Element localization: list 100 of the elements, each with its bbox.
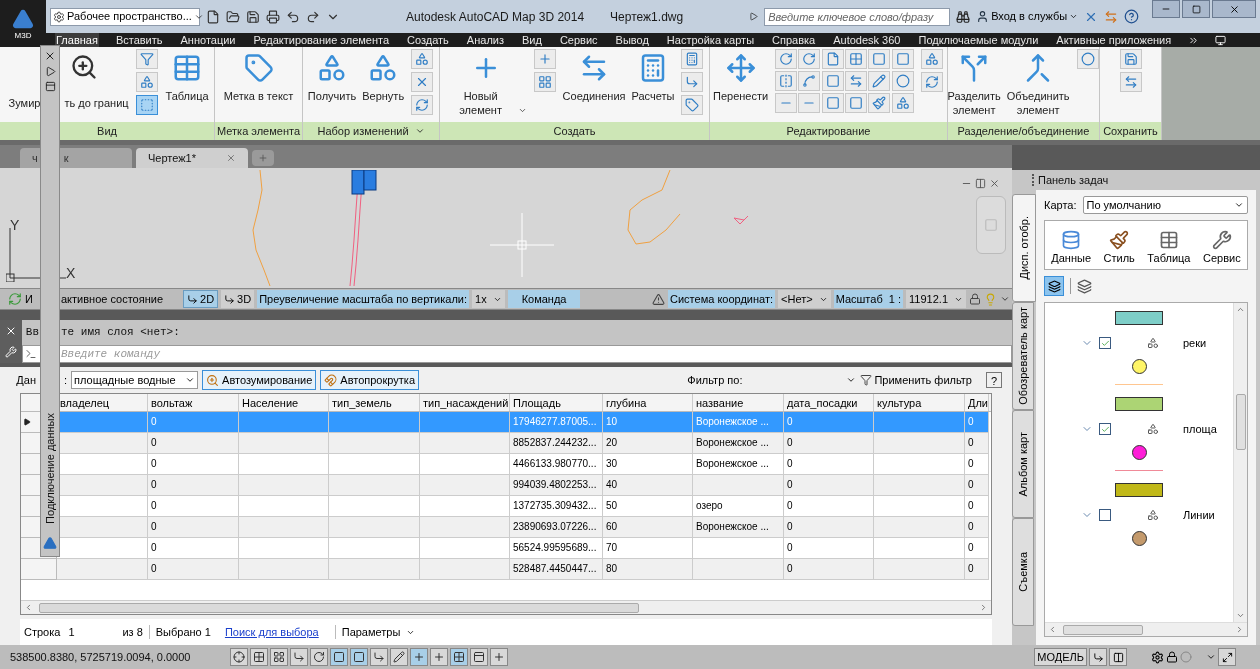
layer-name[interactable]: площа xyxy=(1183,420,1217,438)
scale-label: Масштаб 1 : xyxy=(833,290,904,308)
state-text: активное состояние xyxy=(61,291,163,307)
table-cell: 0 xyxy=(965,475,989,495)
menu-tab[interactable]: Аннотации xyxy=(179,33,237,47)
view-mode-toggle[interactable]: 3D xyxy=(221,290,255,308)
menu-tab[interactable]: Редактирование элемента xyxy=(252,33,391,47)
sign-in-button[interactable]: Вход в службы xyxy=(976,8,1079,25)
coordinate-system-dropdown[interactable]: <Нет> xyxy=(778,290,831,308)
search-link[interactable]: Поиск для выбора xyxy=(224,623,319,641)
menu-tab[interactable]: Настройка карты xyxy=(665,33,756,47)
help-button[interactable]: ? xyxy=(986,372,1002,388)
table-row[interactable]: 0 4466133.980770... 30 Воронежское ... 0 0 xyxy=(57,454,989,475)
column-header[interactable]: вольтаж xyxy=(148,394,239,411)
layer-name[interactable]: Линии xyxy=(1183,506,1215,524)
menu-tab[interactable]: Анализ xyxy=(465,33,505,47)
panel-title[interactable]: Подключение данных xyxy=(41,413,59,524)
ribbon-button[interactable]: Соединения xyxy=(559,49,629,119)
coordinate-system-label: Система координат: xyxy=(668,290,776,308)
apply-filter-button[interactable]: Применить фильтр xyxy=(860,371,972,389)
menu-tab[interactable]: Создать xyxy=(406,33,450,47)
column-header[interactable]: глубина xyxy=(603,394,693,411)
table-cell: 10 xyxy=(603,412,693,432)
column-header[interactable]: тип_насаждений xyxy=(420,394,510,411)
column-header[interactable]: Дли xyxy=(965,394,989,411)
ribbon-panel-title[interactable]: Метка элемента xyxy=(215,122,302,140)
ribbon-button[interactable]: Вернуть xyxy=(359,49,408,119)
drawing-canvas[interactable]: Y X xyxy=(0,168,1012,288)
ribbon-panel-title[interactable]: Сохранить xyxy=(1100,122,1161,140)
ribbon-button[interactable]: Объединить элемент xyxy=(1003,49,1073,119)
menu-tab[interactable]: Справка xyxy=(771,33,817,47)
ribbon-button[interactable]: Расчеты xyxy=(628,49,678,119)
ribbon-panel-title[interactable]: Создать xyxy=(440,122,709,140)
zoom-extents-button[interactable]: Зумир ть до границ xyxy=(2,49,133,119)
view-mode-toggle[interactable]: 2D xyxy=(183,290,219,308)
menu-tab[interactable]: Подключаемые модули xyxy=(917,33,1040,47)
table-cell: озеро xyxy=(693,496,784,516)
table-cell: 0 xyxy=(965,538,989,558)
side-tab[interactable]: Съемка xyxy=(1012,518,1034,626)
menu-tab[interactable]: Вывод xyxy=(614,33,650,47)
map-dropdown[interactable]: По умолчанию xyxy=(1082,196,1248,214)
app-logo[interactable]: M3D xyxy=(0,0,46,47)
side-tab[interactable]: Обозреватель карт xyxy=(1012,302,1034,410)
column-header[interactable]: название xyxy=(693,394,784,411)
command-button[interactable]: Команда xyxy=(507,290,581,308)
column-header[interactable]: тип_земель xyxy=(329,394,420,411)
task-tool-button[interactable]: Данные xyxy=(1051,229,1091,266)
table-cell: 0 xyxy=(784,454,874,474)
column-header[interactable]: культура xyxy=(874,394,965,411)
source-dropdown[interactable]: площадные водные xyxy=(71,371,199,389)
menu-tab[interactable]: Вид xyxy=(521,33,543,47)
ribbon-button[interactable]: Новый элемент xyxy=(441,49,530,119)
model-button[interactable]: МОДЕЛЬ xyxy=(1034,648,1087,666)
ribbon-panel-title[interactable]: Набор изменений xyxy=(303,122,439,140)
options-dropdown[interactable]: Параметры xyxy=(341,623,416,641)
menu-tab[interactable]: Активные приложения xyxy=(1055,33,1173,47)
menu-tab[interactable]: Главная xyxy=(55,33,99,47)
ribbon-button[interactable]: Таблица xyxy=(162,49,212,119)
side-tab[interactable]: Альбом карт xyxy=(1012,410,1034,518)
ribbon-button[interactable]: Метка в текст xyxy=(220,49,297,119)
toggle-button[interactable]: Автопрокрутка xyxy=(320,370,419,390)
ribbon-button[interactable]: Перенести xyxy=(710,49,772,119)
ribbon-panel-title[interactable]: Вид xyxy=(0,122,214,140)
task-tool-button[interactable]: Сервис xyxy=(1203,229,1241,266)
task-tool-button[interactable]: Стиль xyxy=(1103,229,1135,266)
table-cell: 60 xyxy=(603,517,693,537)
search-field[interactable]: Введите ключевое слово/фразу xyxy=(764,7,951,26)
command-history: Вв те имя слоя <нет>: xyxy=(22,320,1012,345)
ribbon-button[interactable]: Получить xyxy=(304,49,360,119)
column-header[interactable]: Население xyxy=(239,394,329,411)
task-tool-button[interactable]: Таблица xyxy=(1147,229,1191,266)
menu-tab[interactable]: Сервис xyxy=(558,33,599,47)
menu-tab[interactable]: Вставить xyxy=(114,33,164,47)
workspace-dropdown[interactable]: Рабочее пространство... xyxy=(50,7,200,26)
table-row[interactable]: 0 56524.99595689... 70 0 0 xyxy=(57,538,989,559)
row-count: из 8 xyxy=(122,624,143,640)
document-tab[interactable]: Чертеж1* xyxy=(136,148,248,168)
map-label: Карта: xyxy=(1044,197,1077,213)
toggle-button[interactable]: Автозумирование xyxy=(202,370,317,390)
exaggeration-dropdown[interactable]: 1x xyxy=(472,290,505,308)
table-cell: 70 xyxy=(603,538,693,558)
table-row[interactable]: 0 1372735.309432... 50 озеро 0 0 xyxy=(57,496,989,517)
ribbon-panel-title[interactable]: Редактирование xyxy=(710,122,947,140)
side-tab[interactable]: Дисп. отобр. xyxy=(1012,194,1036,302)
ribbon-button[interactable]: Разделить элемент xyxy=(944,49,1004,119)
layer-name[interactable]: реки xyxy=(1183,334,1207,352)
table-cell: 0 xyxy=(784,517,874,537)
table-row[interactable]: 0 528487.4450447... 80 0 0 xyxy=(57,559,989,580)
table-cell: 0 xyxy=(965,496,989,516)
ribbon-panel-title[interactable]: Разделение/объединение xyxy=(948,122,1099,140)
table-row[interactable]: 0 23890693.07226... 60 Воронежское ... 0 0 xyxy=(57,517,989,538)
menu-tab[interactable]: Autodesk 360 xyxy=(832,33,902,47)
table-cell: 0 xyxy=(965,517,989,537)
scale-dropdown[interactable]: 11912.1 xyxy=(906,290,966,308)
row-number-field[interactable]: 1 xyxy=(66,623,117,641)
column-header[interactable]: Площадь xyxy=(510,394,603,411)
table-row[interactable]: 0 994039.4802253... 40 0 0 xyxy=(57,475,989,496)
selected-count: Выбрано 1 xyxy=(155,624,211,640)
table-row[interactable]: 0 8852837.244232... 20 Воронежское ... 0 0 xyxy=(57,433,989,454)
column-header[interactable]: дата_посадки xyxy=(784,394,874,411)
